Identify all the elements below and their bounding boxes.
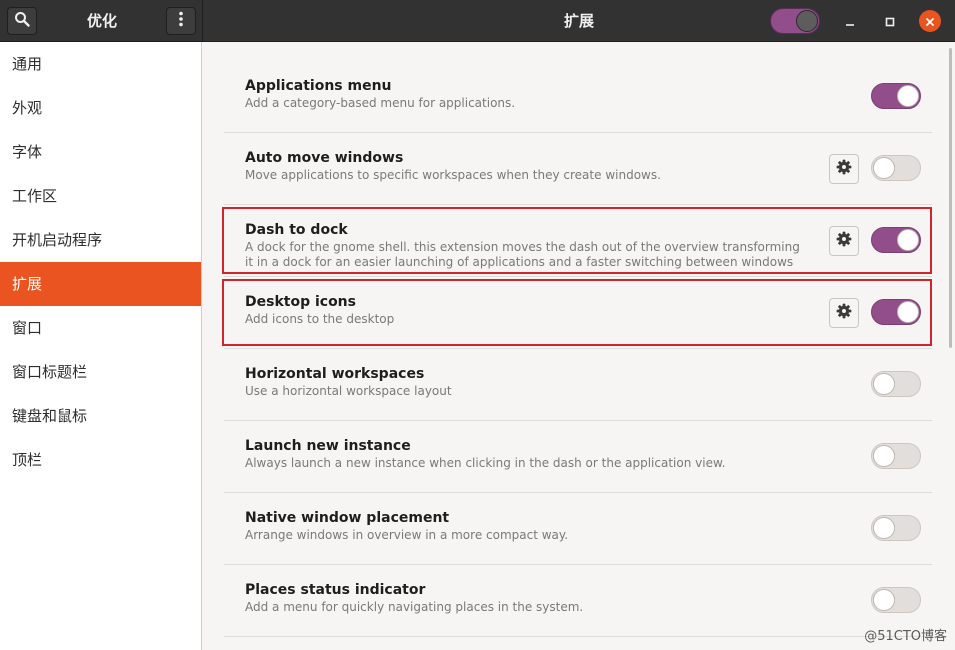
extension-toggle[interactable]	[871, 227, 921, 253]
extension-description: A dock for the gnome shell. this extensi…	[245, 240, 800, 269]
extension-row-desktop-icons: Desktop icons Add icons to the desktop	[224, 278, 932, 349]
extension-row-native-window-placement: Native window placement Arrange windows …	[224, 494, 932, 565]
extension-title: Desktop icons	[245, 294, 356, 310]
extension-toggle[interactable]	[871, 371, 921, 397]
sidebar-item-window-titlebars[interactable]: 窗口标题栏	[0, 350, 201, 394]
extension-description: Move applications to specific workspaces…	[245, 168, 661, 182]
vertical-dots-icon	[178, 11, 184, 31]
extension-title: Places status indicator	[245, 582, 426, 598]
toggle-knob	[873, 589, 895, 611]
minimize-button[interactable]	[839, 10, 861, 32]
toggle-knob	[873, 517, 895, 539]
extension-row-places-status-indicator: Places status indicator Add a menu for q…	[224, 566, 932, 637]
extension-title: Applications menu	[245, 78, 392, 94]
extension-toggle[interactable]	[871, 587, 921, 613]
gear-icon	[836, 231, 852, 251]
extension-description: Always launch a new instance when clicki…	[245, 456, 726, 470]
sidebar: 通用 外观 字体 工作区 开机启动程序 扩展 窗口 窗口标题栏 键盘和鼠标 顶栏	[0, 42, 202, 650]
sidebar-item-extensions[interactable]: 扩展	[0, 262, 201, 306]
extension-row-dash-to-dock: Dash to dock A dock for the gnome shell.…	[224, 206, 932, 277]
extension-row-horizontal-workspaces: Horizontal workspaces Use a horizontal w…	[224, 350, 932, 421]
extension-title: Native window placement	[245, 510, 450, 526]
extension-description: Add icons to the desktop	[245, 312, 395, 326]
switch-knob	[796, 10, 818, 32]
extension-title: Launch new instance	[245, 438, 411, 454]
extension-toggle[interactable]	[871, 83, 921, 109]
minimize-icon	[845, 12, 855, 31]
sidebar-item-general[interactable]: 通用	[0, 42, 201, 86]
gear-icon	[836, 303, 852, 323]
extension-row-applications-menu: Applications menu Add a category-based m…	[224, 62, 932, 133]
toggle-knob	[897, 229, 919, 251]
extension-title: Horizontal workspaces	[245, 366, 425, 382]
sidebar-item-keyboard-mouse[interactable]: 键盘和鼠标	[0, 394, 201, 438]
extension-settings-button[interactable]	[829, 154, 859, 184]
sidebar-item-startup-applications[interactable]: 开机启动程序	[0, 218, 201, 262]
maximize-icon	[885, 12, 895, 31]
extension-toggle[interactable]	[871, 155, 921, 181]
extension-toggle[interactable]	[871, 443, 921, 469]
extension-settings-button[interactable]	[829, 298, 859, 328]
menu-button[interactable]	[166, 7, 196, 35]
header-bar: 优化 扩展	[0, 0, 955, 42]
sidebar-item-workspaces[interactable]: 工作区	[0, 174, 201, 218]
extension-row-launch-new-instance: Launch new instance Always launch a new …	[224, 422, 932, 493]
extension-title: Auto move windows	[245, 150, 404, 166]
extension-description: Arrange windows in overview in a more co…	[245, 528, 569, 542]
toggle-knob	[897, 85, 919, 107]
sidebar-item-appearance[interactable]: 外观	[0, 86, 201, 130]
search-icon	[14, 11, 30, 31]
search-button[interactable]	[7, 7, 37, 35]
extension-description: Use a horizontal workspace layout	[245, 384, 452, 398]
close-icon	[925, 12, 935, 31]
scrollbar[interactable]	[949, 48, 952, 348]
extension-settings-button[interactable]	[829, 226, 859, 256]
close-button[interactable]	[919, 10, 941, 32]
toggle-knob	[873, 445, 895, 467]
extensions-global-switch[interactable]	[770, 8, 820, 34]
toggle-knob	[897, 301, 919, 323]
maximize-button[interactable]	[879, 10, 901, 32]
gear-icon	[836, 159, 852, 179]
extension-toggle[interactable]	[871, 299, 921, 325]
extension-title: Dash to dock	[245, 222, 348, 238]
sidebar-item-fonts[interactable]: 字体	[0, 130, 201, 174]
extension-row-auto-move-windows: Auto move windows Move applications to s…	[224, 134, 932, 205]
watermark: @51CTO博客	[864, 629, 947, 644]
extensions-list: Applications menu Add a category-based m…	[202, 42, 955, 650]
extension-description: Add a category-based menu for applicatio…	[245, 96, 516, 110]
extension-toggle[interactable]	[871, 515, 921, 541]
sidebar-title: 优化	[86, 12, 117, 30]
extension-description: Add a menu for quickly navigating places…	[245, 600, 584, 614]
toggle-knob	[873, 373, 895, 395]
sidebar-item-windows[interactable]: 窗口	[0, 306, 201, 350]
sidebar-item-top-bar[interactable]: 顶栏	[0, 438, 201, 482]
toggle-knob	[873, 157, 895, 179]
